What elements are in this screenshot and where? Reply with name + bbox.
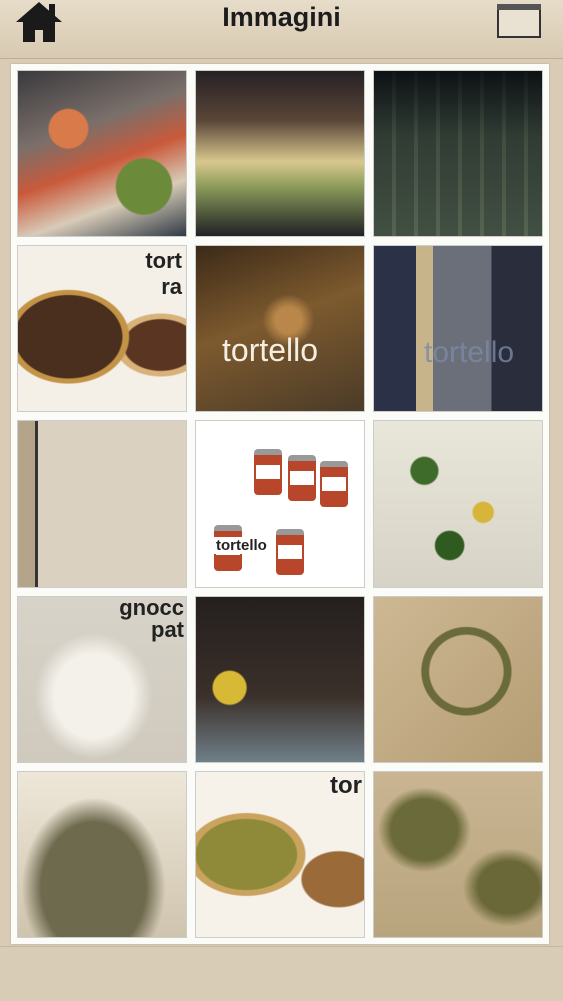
gallery-image-15[interactable]	[373, 770, 543, 938]
image-caption: tor	[330, 771, 362, 799]
page-title: Immagini	[222, 2, 341, 32]
jar-image	[320, 461, 348, 508]
gallery-image-10[interactable]: gnocc pat	[17, 595, 187, 763]
gallery-image-9[interactable]	[373, 420, 543, 588]
bottom-bar	[0, 946, 563, 1001]
gallery-image-1[interactable]	[17, 70, 187, 238]
gallery-image-2[interactable]	[195, 70, 365, 238]
gallery-image-7[interactable]	[17, 420, 187, 588]
image-caption: tort ra	[145, 248, 182, 300]
navigation-bar: Immagini	[0, 0, 563, 59]
gallery-image-3[interactable]	[373, 70, 543, 238]
gallery-image-8[interactable]: tortello	[195, 420, 365, 588]
image-gallery: tort ra tortello tortello tortello gnocc…	[11, 64, 549, 944]
jar-image	[288, 455, 316, 502]
image-caption: tortello	[424, 336, 515, 370]
image-caption: gnocc pat	[119, 595, 184, 642]
jar-image	[254, 449, 282, 496]
gallery-image-6[interactable]: tortello	[373, 245, 543, 413]
gallery-image-12[interactable]	[373, 595, 543, 763]
gallery-image-4[interactable]: tort ra	[17, 245, 187, 413]
gallery-image-13[interactable]	[17, 770, 187, 938]
gallery-image-5[interactable]: tortello	[195, 245, 365, 413]
image-caption: tortello	[222, 332, 319, 369]
view-toggle-button[interactable]	[497, 4, 541, 38]
jar-image	[276, 529, 304, 576]
gallery-image-14[interactable]: tor	[195, 770, 365, 938]
image-caption: tortello	[214, 537, 269, 555]
gallery-image-11[interactable]	[195, 595, 365, 763]
